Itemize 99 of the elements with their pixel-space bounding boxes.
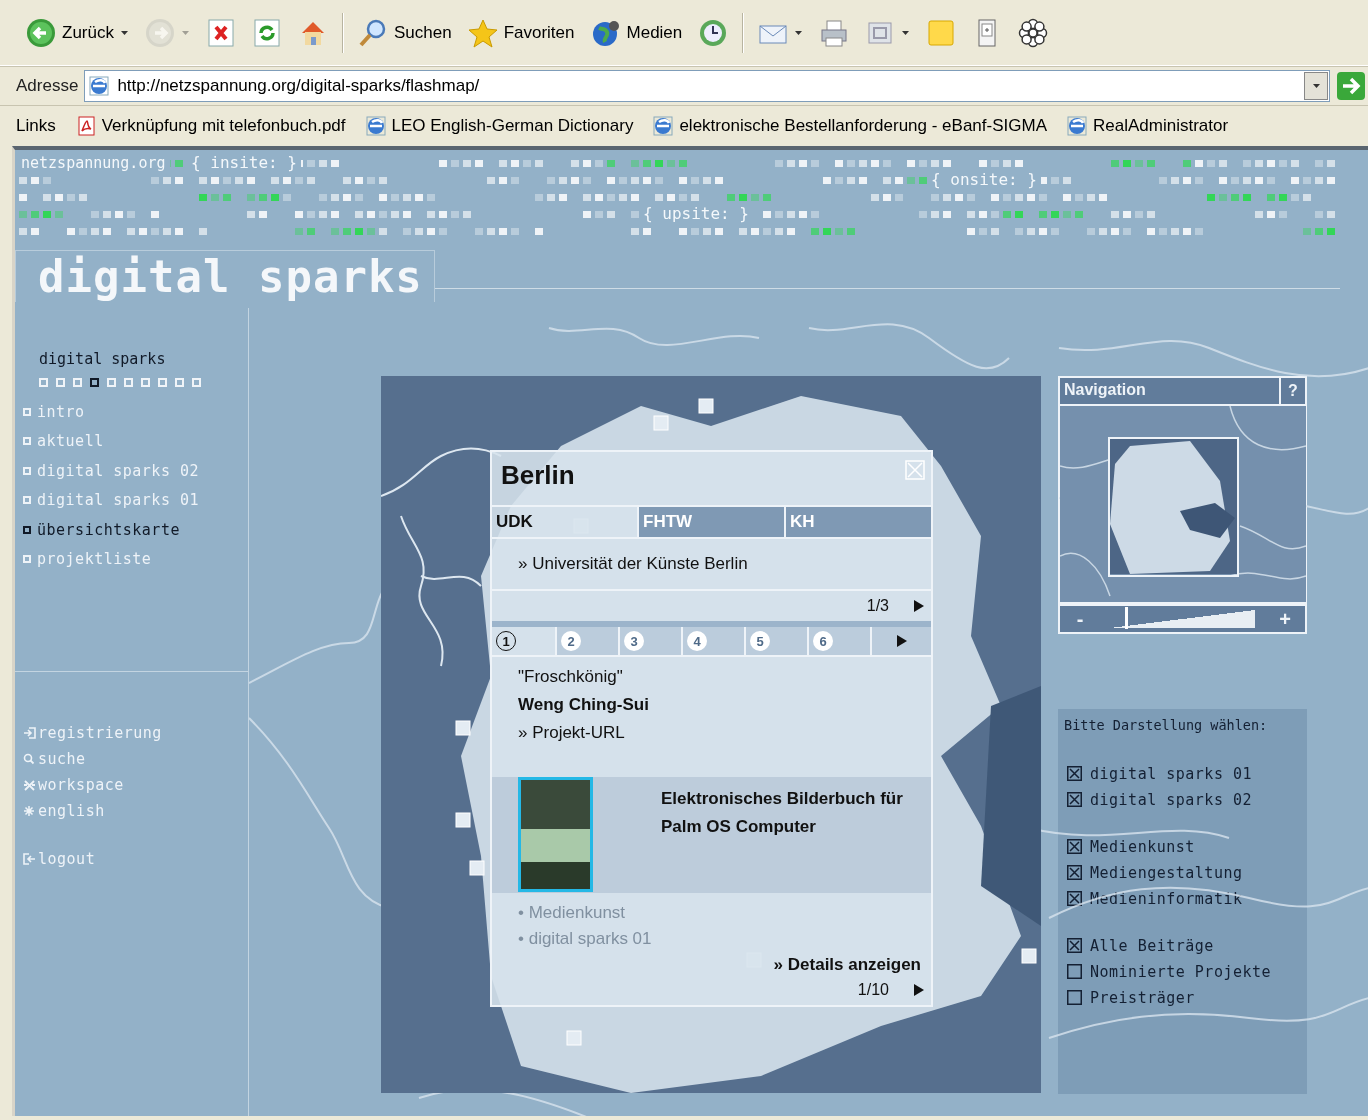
caret-icon — [180, 29, 190, 36]
pdf-icon — [75, 116, 96, 136]
option-label[interactable]: Preisträger — [1090, 988, 1195, 1007]
page-icon — [89, 76, 110, 96]
search-icon — [23, 752, 36, 766]
address-field[interactable]: http://netzspannung.org/digital-sparks/flashmap/ — [84, 70, 1330, 102]
next-arrow-icon[interactable] — [913, 599, 925, 613]
zoom-out-button[interactable]: - — [1060, 606, 1100, 632]
checkbox[interactable] — [1067, 766, 1082, 781]
media-button[interactable]: Medien — [584, 13, 689, 52]
panel-heading: Bitte Darstellung wählen: — [1064, 717, 1269, 733]
option-label[interactable]: Nominierte Projekte — [1090, 962, 1272, 981]
institution-tab[interactable]: FHTW — [637, 507, 784, 537]
go-button[interactable] — [1336, 71, 1366, 101]
panel-title: Navigation — [1063, 380, 1147, 400]
project-url-link[interactable]: » Projekt-URL — [518, 723, 931, 743]
section-heading: digital sparks — [38, 350, 167, 368]
project-description: Elektronisches Bilderbuch für Palm OS Computer — [661, 788, 904, 838]
close-button[interactable] — [905, 460, 925, 480]
bookmark-link[interactable]: Verknüpfung mit telefonbuch.pdf — [75, 116, 346, 136]
bookmark-link[interactable]: RealAdministrator — [1067, 116, 1229, 136]
institution-link[interactable]: » Universität der Künste Berlin — [492, 539, 931, 591]
category-label: • Medienkunst — [518, 903, 627, 923]
links-label: Links — [16, 116, 56, 136]
map-marker[interactable] — [653, 415, 669, 431]
search-button[interactable]: Suchen — [351, 13, 458, 52]
option-label[interactable]: digital sparks 01 — [1090, 764, 1253, 783]
asterisk-icon — [23, 804, 36, 818]
login-icon — [23, 726, 36, 740]
project-tab[interactable]: 3 — [618, 627, 681, 655]
project-tab[interactable]: 6 — [807, 627, 870, 655]
checkbox[interactable] — [1067, 839, 1082, 854]
slider-thumb[interactable] — [1124, 607, 1128, 629]
page-counter: 1/10 — [857, 981, 889, 999]
square-bullet-icon — [23, 437, 31, 446]
page-counter: 1/3 — [866, 597, 889, 615]
page-icon — [1067, 116, 1087, 136]
printer-icon — [819, 17, 850, 48]
project-tab[interactable]: 2 — [555, 627, 618, 655]
option-label[interactable]: Medienkunst — [1090, 837, 1195, 856]
back-button[interactable]: Zurück — [20, 13, 135, 52]
bookmark-link[interactable]: LEO English-German Dictionary — [365, 116, 634, 136]
checkbox[interactable] — [1067, 964, 1082, 979]
square-bullet-icon — [23, 555, 31, 564]
star-icon — [467, 17, 498, 48]
page-title: digital sparks — [15, 250, 435, 302]
details-link[interactable]: » Details anzeigen — [773, 955, 921, 975]
page-icon — [365, 116, 386, 136]
project-tab[interactable]: 5 — [744, 627, 807, 655]
checkbox[interactable] — [1067, 792, 1082, 807]
dropdown-button[interactable] — [1304, 72, 1328, 100]
square-bullet-icon — [23, 407, 31, 416]
next-arrow-icon[interactable] — [913, 983, 925, 997]
stop-icon — [205, 17, 236, 48]
institution-tab[interactable]: UDK — [492, 507, 637, 537]
checkbox[interactable] — [1067, 865, 1082, 880]
author-name: Weng Ching-Sui — [518, 695, 650, 715]
address-label: Adresse — [16, 76, 79, 96]
favorites-button[interactable]: Favoriten — [461, 13, 581, 52]
nav-link[interactable]: übersichtskarte — [23, 519, 248, 541]
project-tab[interactable]: 4 — [681, 627, 744, 655]
map-marker[interactable] — [469, 860, 485, 876]
caret-icon — [119, 29, 129, 36]
map-marker[interactable] — [455, 812, 471, 828]
checkbox[interactable] — [1067, 990, 1082, 1005]
search-icon — [357, 17, 388, 48]
map-marker[interactable] — [566, 1030, 582, 1046]
bookmark-link[interactable]: elektronische Bestellanforderung - eBanf-SIGMA — [653, 116, 1047, 136]
project-title: "Froschkönig" — [518, 667, 624, 687]
square-bullet-icon — [23, 525, 31, 534]
square-bullet-icon — [23, 466, 31, 475]
square-bullet-icon — [23, 496, 31, 505]
option-label[interactable]: Alle Beiträge — [1090, 936, 1214, 955]
project-tab[interactable]: 1 — [492, 627, 555, 655]
map-marker[interactable] — [698, 398, 714, 414]
option-label[interactable]: Medieninformatik — [1090, 889, 1243, 908]
page-icon — [653, 116, 674, 136]
zoom-in-button[interactable]: + — [1265, 606, 1305, 632]
category-label: • digital sparks 01 — [518, 929, 653, 949]
city-title: Berlin — [501, 460, 575, 491]
institution-tab[interactable]: KH — [784, 507, 931, 537]
next-arrow-icon[interactable] — [895, 634, 908, 648]
viewport-frame[interactable] — [1108, 437, 1239, 577]
option-label[interactable]: digital sparks 02 — [1090, 790, 1253, 809]
checkbox[interactable] — [1067, 891, 1082, 906]
logout-icon — [23, 852, 36, 866]
page-indicator[interactable] — [90, 378, 99, 387]
checkbox[interactable] — [1067, 938, 1082, 953]
caret-icon — [794, 29, 804, 36]
note-icon — [926, 17, 957, 48]
caret-icon — [1311, 83, 1321, 89]
refresh-icon — [251, 17, 282, 48]
tools-icon — [23, 778, 36, 792]
caret-icon — [901, 29, 911, 36]
option-label[interactable]: Mediengestaltung — [1090, 863, 1243, 882]
map-marker[interactable] — [1021, 948, 1037, 964]
flower-icon — [1018, 17, 1049, 48]
map-marker[interactable] — [455, 720, 471, 736]
clock-icon — [698, 17, 729, 48]
